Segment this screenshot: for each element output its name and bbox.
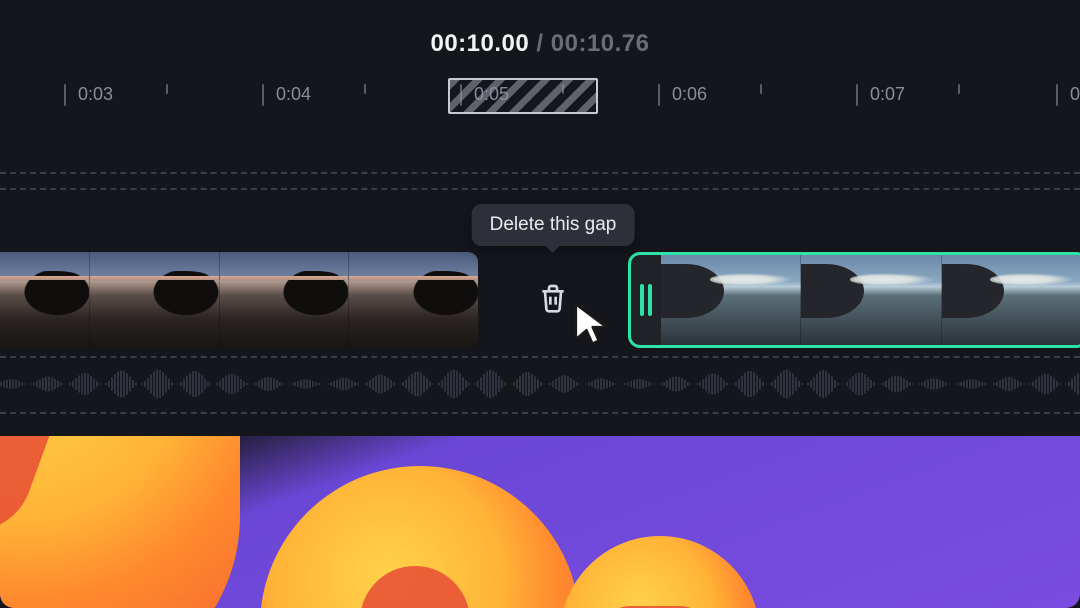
timecode-display: 00:10.00 / 00:10.76 bbox=[0, 30, 1080, 58]
clip-trim-handle-left[interactable] bbox=[637, 255, 655, 345]
delete-gap-button[interactable] bbox=[533, 280, 573, 320]
delete-gap-tooltip: Delete this gap bbox=[472, 204, 635, 246]
overlay-shape bbox=[560, 536, 760, 608]
timecode-total: 00:10.76 bbox=[551, 30, 650, 57]
timecode-separator: / bbox=[529, 30, 551, 57]
track-guide bbox=[0, 188, 1080, 190]
clip-thumbnail bbox=[800, 255, 940, 345]
clip-thumbnail bbox=[941, 255, 1080, 345]
ruler-tick-label: 0:04 bbox=[276, 84, 311, 105]
ruler-tick-minor bbox=[166, 84, 168, 94]
audio-waveform bbox=[0, 362, 1080, 406]
clip-thumbnail bbox=[661, 255, 800, 345]
ruler-tick-minor bbox=[958, 84, 960, 94]
overlay-graphic-track[interactable] bbox=[0, 436, 1080, 608]
audio-track[interactable] bbox=[0, 362, 1080, 406]
selection-hatch bbox=[450, 80, 596, 112]
clip-thumbnail bbox=[89, 252, 219, 348]
ruler-tick-label: 0:08 bbox=[1070, 84, 1080, 105]
ruler-tick-minor bbox=[760, 84, 762, 94]
clip-thumbnail bbox=[0, 252, 89, 348]
clip-thumbnails bbox=[0, 252, 478, 348]
ruler-tick-major bbox=[856, 84, 858, 106]
video-clip-2-selected[interactable] bbox=[628, 252, 1080, 348]
ruler-tick-major bbox=[1056, 84, 1058, 106]
video-clip-1[interactable] bbox=[0, 252, 478, 348]
clip-thumbnails bbox=[661, 255, 1080, 345]
track-guide bbox=[0, 412, 1080, 414]
ruler-tick-major bbox=[658, 84, 660, 106]
ruler-tick-label: 0:07 bbox=[870, 84, 905, 105]
trash-icon bbox=[537, 282, 569, 319]
ruler-tick-minor bbox=[364, 84, 366, 94]
track-guide bbox=[0, 356, 1080, 358]
track-guide bbox=[0, 172, 1080, 174]
ruler-tick-label: 0:03 bbox=[78, 84, 113, 105]
timecode-current: 00:10.00 bbox=[430, 30, 529, 57]
timeline-gap[interactable]: Delete this gap bbox=[478, 252, 628, 348]
ruler-tick-label: 0:06 bbox=[672, 84, 707, 105]
clip-thumbnail bbox=[348, 252, 478, 348]
clip-thumbnail bbox=[219, 252, 349, 348]
ruler-tick-major bbox=[262, 84, 264, 106]
timeline-selection-range[interactable] bbox=[448, 78, 598, 114]
ruler-tick-major bbox=[64, 84, 66, 106]
